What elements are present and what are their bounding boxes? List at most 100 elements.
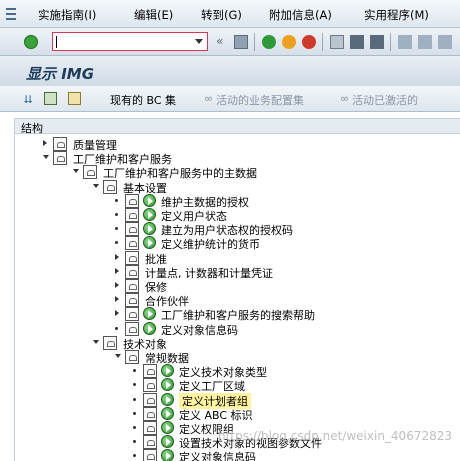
expand-open-icon[interactable] — [115, 354, 121, 358]
leaf-bullet-icon — [133, 397, 136, 401]
documentation-icon[interactable] — [143, 449, 157, 461]
leaf-bullet-icon — [115, 227, 118, 231]
print-icon[interactable] — [330, 35, 344, 49]
text-cursor — [56, 36, 57, 48]
documentation-icon[interactable] — [125, 307, 139, 322]
glasses-icon: ∞ — [204, 92, 214, 105]
expand-open-icon[interactable] — [43, 155, 49, 160]
leaf-bullet-icon — [133, 454, 136, 458]
documentation-icon[interactable] — [143, 378, 157, 393]
execute-icon[interactable] — [143, 208, 156, 221]
active-activated-button[interactable]: 活动已激活的 — [352, 92, 418, 108]
leaf-bullet-icon — [115, 326, 118, 330]
documentation-icon[interactable] — [125, 264, 139, 279]
toolbar-separator — [390, 33, 391, 51]
tree-header-label: 结构 — [21, 122, 43, 135]
execute-icon[interactable] — [143, 321, 156, 335]
glasses-icon: ∞ — [340, 92, 350, 105]
documentation-icon[interactable] — [53, 151, 67, 166]
documentation-icon[interactable] — [83, 165, 97, 180]
menu-edit[interactable]: 编辑(E) — [134, 7, 173, 23]
documentation-icon[interactable] — [125, 222, 139, 237]
execute-icon[interactable] — [161, 378, 174, 392]
expand-open-icon[interactable] — [93, 339, 99, 344]
leaf-bullet-icon — [133, 369, 136, 373]
menu-implementation-guide[interactable]: 实施指南(I) — [38, 7, 96, 23]
menu-bar: 实施指南(I) 编辑(E) 转到(G) 附加信息(A) 实用程序(M) — [0, 0, 460, 28]
expand-closed-icon[interactable] — [115, 267, 119, 274]
find-next-icon[interactable] — [370, 35, 384, 49]
execute-icon[interactable] — [161, 449, 174, 461]
back-icon[interactable] — [262, 35, 276, 49]
watermark: https://blog.csdn.net/weixin_40672823 — [217, 429, 452, 443]
expand-closed-icon[interactable] — [115, 296, 119, 303]
expand-open-icon[interactable] — [93, 183, 99, 188]
documentation-icon[interactable] — [143, 364, 157, 379]
execute-icon[interactable] — [143, 307, 156, 321]
documentation-icon[interactable] — [125, 350, 139, 364]
leaf-bullet-icon — [133, 426, 136, 429]
execute-icon[interactable] — [161, 421, 174, 434]
documentation-icon[interactable] — [125, 236, 139, 251]
notes-icon[interactable] — [68, 92, 81, 105]
documentation-icon[interactable] — [103, 179, 117, 194]
execute-icon[interactable] — [161, 406, 174, 420]
execute-icon[interactable] — [161, 435, 174, 449]
sap-menu-icon[interactable] — [6, 5, 24, 23]
previous-page-icon[interactable] — [418, 35, 432, 49]
expand-open-icon[interactable] — [73, 169, 79, 174]
tree-node-label: 定义对象信息码 — [179, 451, 256, 461]
execute-icon[interactable] — [161, 392, 174, 406]
documentation-icon[interactable] — [125, 250, 139, 265]
find-icon[interactable] — [350, 35, 364, 49]
active-business-config-button[interactable]: 活动的业务配置集 — [216, 92, 304, 108]
change-log-icon[interactable] — [44, 92, 57, 105]
documentation-icon[interactable] — [143, 406, 157, 421]
toolbar-separator — [254, 33, 255, 51]
documentation-icon[interactable] — [103, 335, 117, 350]
page-title: 显示 IMG — [26, 65, 95, 83]
execute-icon[interactable] — [143, 222, 156, 236]
menu-goto[interactable]: 转到(G) — [201, 7, 242, 23]
first-page-icon[interactable] — [398, 35, 412, 49]
cancel-icon[interactable] — [302, 35, 316, 49]
save-icon[interactable] — [234, 35, 248, 49]
documentation-icon[interactable] — [125, 193, 139, 208]
exit-icon[interactable] — [282, 35, 296, 49]
img-structure-tree: 结构 质量管理 工厂维护和客户服务 工厂维护和客户服务中的主数据 基本设置 维护主数据的… — [14, 118, 460, 461]
leaf-bullet-icon — [115, 198, 118, 202]
tree-header: 结构 — [15, 119, 460, 135]
expand-closed-icon[interactable] — [115, 253, 119, 260]
collapse-icon[interactable]: « — [216, 34, 223, 48]
expand-closed-icon[interactable] — [115, 310, 119, 317]
tree-node[interactable]: 定义对象信息码 — [15, 448, 455, 461]
command-field[interactable] — [52, 32, 208, 51]
next-page-icon[interactable] — [438, 35, 452, 49]
documentation-icon[interactable] — [125, 208, 139, 222]
menu-utilities[interactable]: 实用程序(M) — [364, 7, 429, 23]
enter-icon[interactable] — [24, 35, 38, 49]
chevron-down-icon[interactable] — [195, 39, 203, 44]
execute-icon[interactable] — [143, 193, 156, 207]
documentation-icon[interactable] — [143, 421, 157, 435]
documentation-icon[interactable] — [53, 137, 67, 151]
documentation-icon[interactable] — [143, 435, 157, 450]
execute-icon[interactable] — [161, 364, 174, 378]
execute-icon[interactable] — [143, 236, 156, 250]
menu-extras[interactable]: 附加信息(A) — [269, 7, 332, 23]
standard-toolbar: « — [0, 28, 460, 56]
existing-bc-sets-button[interactable]: 现有的 BC 集 — [110, 92, 176, 108]
toolbar-separator — [322, 33, 323, 51]
documentation-icon[interactable] — [125, 279, 139, 293]
expand-closed-icon[interactable] — [43, 140, 47, 146]
documentation-icon[interactable] — [125, 321, 139, 336]
expand-closed-icon[interactable] — [115, 282, 119, 288]
leaf-bullet-icon — [133, 383, 136, 387]
documentation-icon[interactable] — [125, 293, 139, 308]
filter-icon[interactable]: ⮇ — [24, 93, 33, 107]
title-bar: 显示 IMG — [0, 56, 460, 86]
leaf-bullet-icon — [115, 213, 118, 216]
leaf-bullet-icon — [133, 411, 136, 415]
documentation-icon[interactable] — [143, 392, 157, 407]
leaf-bullet-icon — [133, 440, 136, 444]
